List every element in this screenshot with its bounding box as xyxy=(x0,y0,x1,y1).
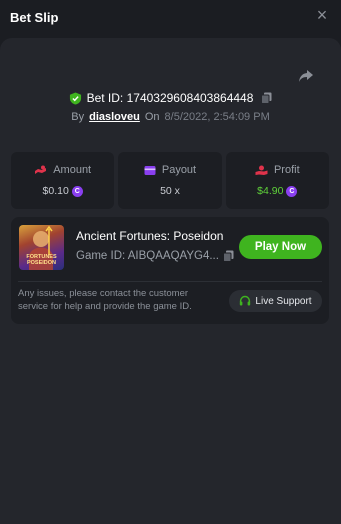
stat-payout: Payout 50 x xyxy=(118,152,222,209)
close-icon[interactable]: × xyxy=(313,6,331,25)
stat-payout-label: Payout xyxy=(161,164,197,176)
game-id-row: Game ID: AIBQAAQAYG4... xyxy=(76,250,234,262)
game-id: Game ID: AIBQAAQAYG4... xyxy=(76,250,219,262)
shield-check-icon xyxy=(69,91,81,105)
stat-amount: Amount $0.10 C xyxy=(11,152,115,209)
coin-icon: C xyxy=(71,185,83,197)
copy-icon[interactable] xyxy=(222,250,234,262)
username-link[interactable]: diasloveu xyxy=(89,111,140,123)
on-label: On xyxy=(144,111,160,123)
bet-stats: Amount $0.10 C Payout 50 x Profit $4.90 … xyxy=(11,152,329,209)
bet-id: Bet ID: 1740329608403864448 xyxy=(86,91,254,105)
stat-profit: Profit $4.90 C xyxy=(225,152,329,209)
stat-payout-value: 50 x xyxy=(160,185,180,197)
coin-icon: C xyxy=(286,185,298,197)
copy-icon[interactable] xyxy=(261,92,272,104)
divider xyxy=(18,281,322,282)
share-icon[interactable] xyxy=(298,69,314,83)
game-name: Ancient Fortunes: Poseidon xyxy=(76,229,224,243)
stat-amount-label: Amount xyxy=(53,164,92,176)
bet-id-row: Bet ID: 1740329608403864448 xyxy=(0,91,341,105)
bet-slip-header: Bet Slip × xyxy=(0,0,341,34)
stat-profit-label: Profit xyxy=(273,164,300,176)
game-thumbnail[interactable]: FORTUNES POSEIDON xyxy=(19,225,64,270)
game-thumbnail-text: FORTUNES POSEIDON xyxy=(26,254,57,266)
live-support-button[interactable]: Live Support xyxy=(229,290,322,312)
by-label: By xyxy=(71,111,85,123)
support-notice: Any issues, please contact the customer … xyxy=(18,288,192,312)
amount-icon xyxy=(35,165,47,174)
bet-datetime: 8/5/2022, 2:54:09 PM xyxy=(164,111,270,123)
game-card: FORTUNES POSEIDON Ancient Fortunes: Pose… xyxy=(11,217,329,324)
live-support-label: Live Support xyxy=(255,295,312,307)
bet-details-panel: Bet ID: 1740329608403864448 By diasloveu… xyxy=(0,38,341,524)
page-title: Bet Slip xyxy=(10,9,59,25)
profit-icon xyxy=(255,165,268,175)
payout-icon xyxy=(144,165,156,175)
stat-profit-value: $4.90 xyxy=(257,185,284,197)
headset-icon xyxy=(240,295,251,306)
play-now-button[interactable]: Play Now xyxy=(239,235,322,259)
bet-meta-row: By diasloveu On 8/5/2022, 2:54:09 PM xyxy=(0,111,341,123)
stat-amount-value: $0.10 xyxy=(42,185,69,197)
